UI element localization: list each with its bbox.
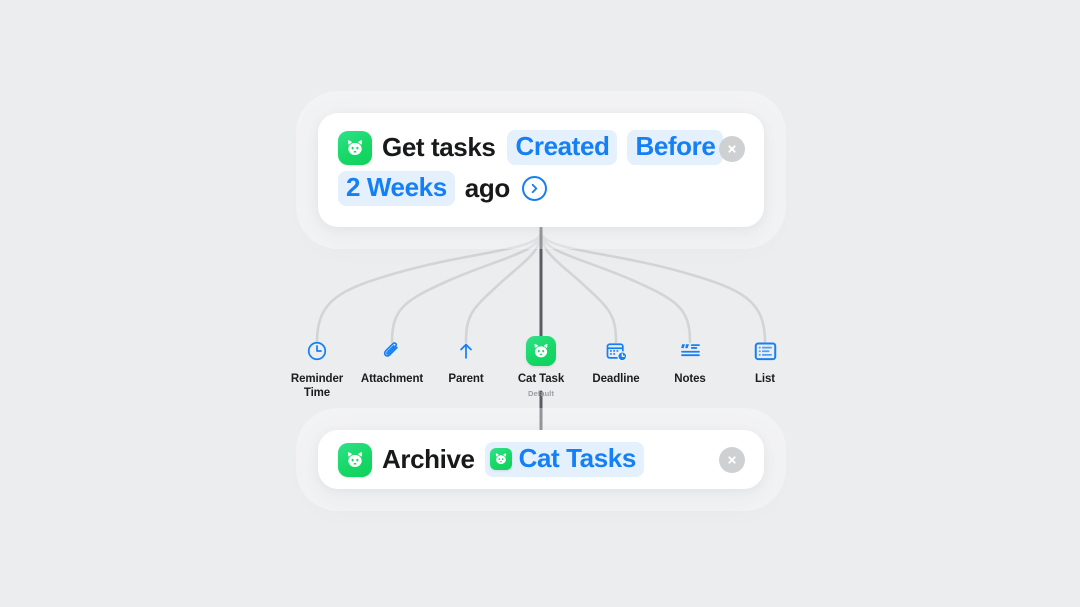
- action-line-2: 2 Weeks ago: [338, 171, 744, 206]
- action-verb-label: Get tasks: [382, 132, 496, 162]
- shortcut-canvas: Get tasks Created Before 2 Weeks ago Rem…: [0, 0, 1080, 607]
- arrow-up-icon: [455, 336, 477, 366]
- parameter-label: Deadline: [592, 373, 640, 385]
- action-verb-label: Archive: [382, 444, 475, 474]
- parameter-strip: Reminder Time Attachment Parent Cat Task…: [280, 336, 800, 408]
- parameter-label-line2: Time: [303, 386, 331, 399]
- cat-app-icon: [338, 130, 372, 165]
- parameter-sublabel: Default: [527, 388, 555, 398]
- cat-app-icon: [338, 442, 372, 477]
- parameter-label: Attachment: [360, 373, 424, 385]
- parameter-label: Cat Task: [517, 373, 565, 385]
- close-icon[interactable]: [719, 136, 745, 162]
- close-icon[interactable]: [719, 447, 745, 473]
- calendar-clock-icon: [605, 336, 628, 366]
- action-card-archive[interactable]: Archive Cat Tasks: [318, 430, 764, 489]
- parameter-reminder-time[interactable]: Reminder Time: [274, 336, 360, 400]
- parameter-label: Reminder: [290, 373, 344, 385]
- parameter-notes[interactable]: Notes: [647, 336, 733, 387]
- parameter-cat-task[interactable]: Cat Task Default: [498, 336, 584, 399]
- token-comparator[interactable]: Before: [627, 130, 724, 165]
- chevron-right-circle-icon[interactable]: [521, 176, 547, 201]
- quote-lines-icon: [679, 336, 702, 366]
- cat-app-icon: [489, 447, 512, 470]
- parameter-list[interactable]: List: [722, 336, 808, 387]
- token-cat-tasks[interactable]: Cat Tasks: [484, 442, 644, 477]
- token-field[interactable]: Created: [507, 130, 618, 165]
- parameter-parent[interactable]: Parent: [423, 336, 509, 387]
- clock-icon: [306, 336, 328, 366]
- token-label: Cat Tasks: [518, 443, 637, 473]
- parameter-label: List: [754, 373, 776, 385]
- action-suffix-label: ago: [464, 173, 510, 203]
- token-duration[interactable]: 2 Weeks: [338, 171, 455, 206]
- cat-app-icon: [526, 336, 556, 366]
- parameter-label: Parent: [448, 373, 484, 385]
- paperclip-icon: [381, 336, 403, 366]
- connector-wires: [315, 226, 767, 440]
- action-line-1: Get tasks Created Before: [338, 130, 744, 165]
- parameter-label: Notes: [674, 373, 706, 385]
- action-line-1: Archive Cat Tasks: [338, 442, 644, 477]
- action-card-get-tasks[interactable]: Get tasks Created Before 2 Weeks ago: [318, 113, 764, 227]
- list-icon: [754, 336, 777, 366]
